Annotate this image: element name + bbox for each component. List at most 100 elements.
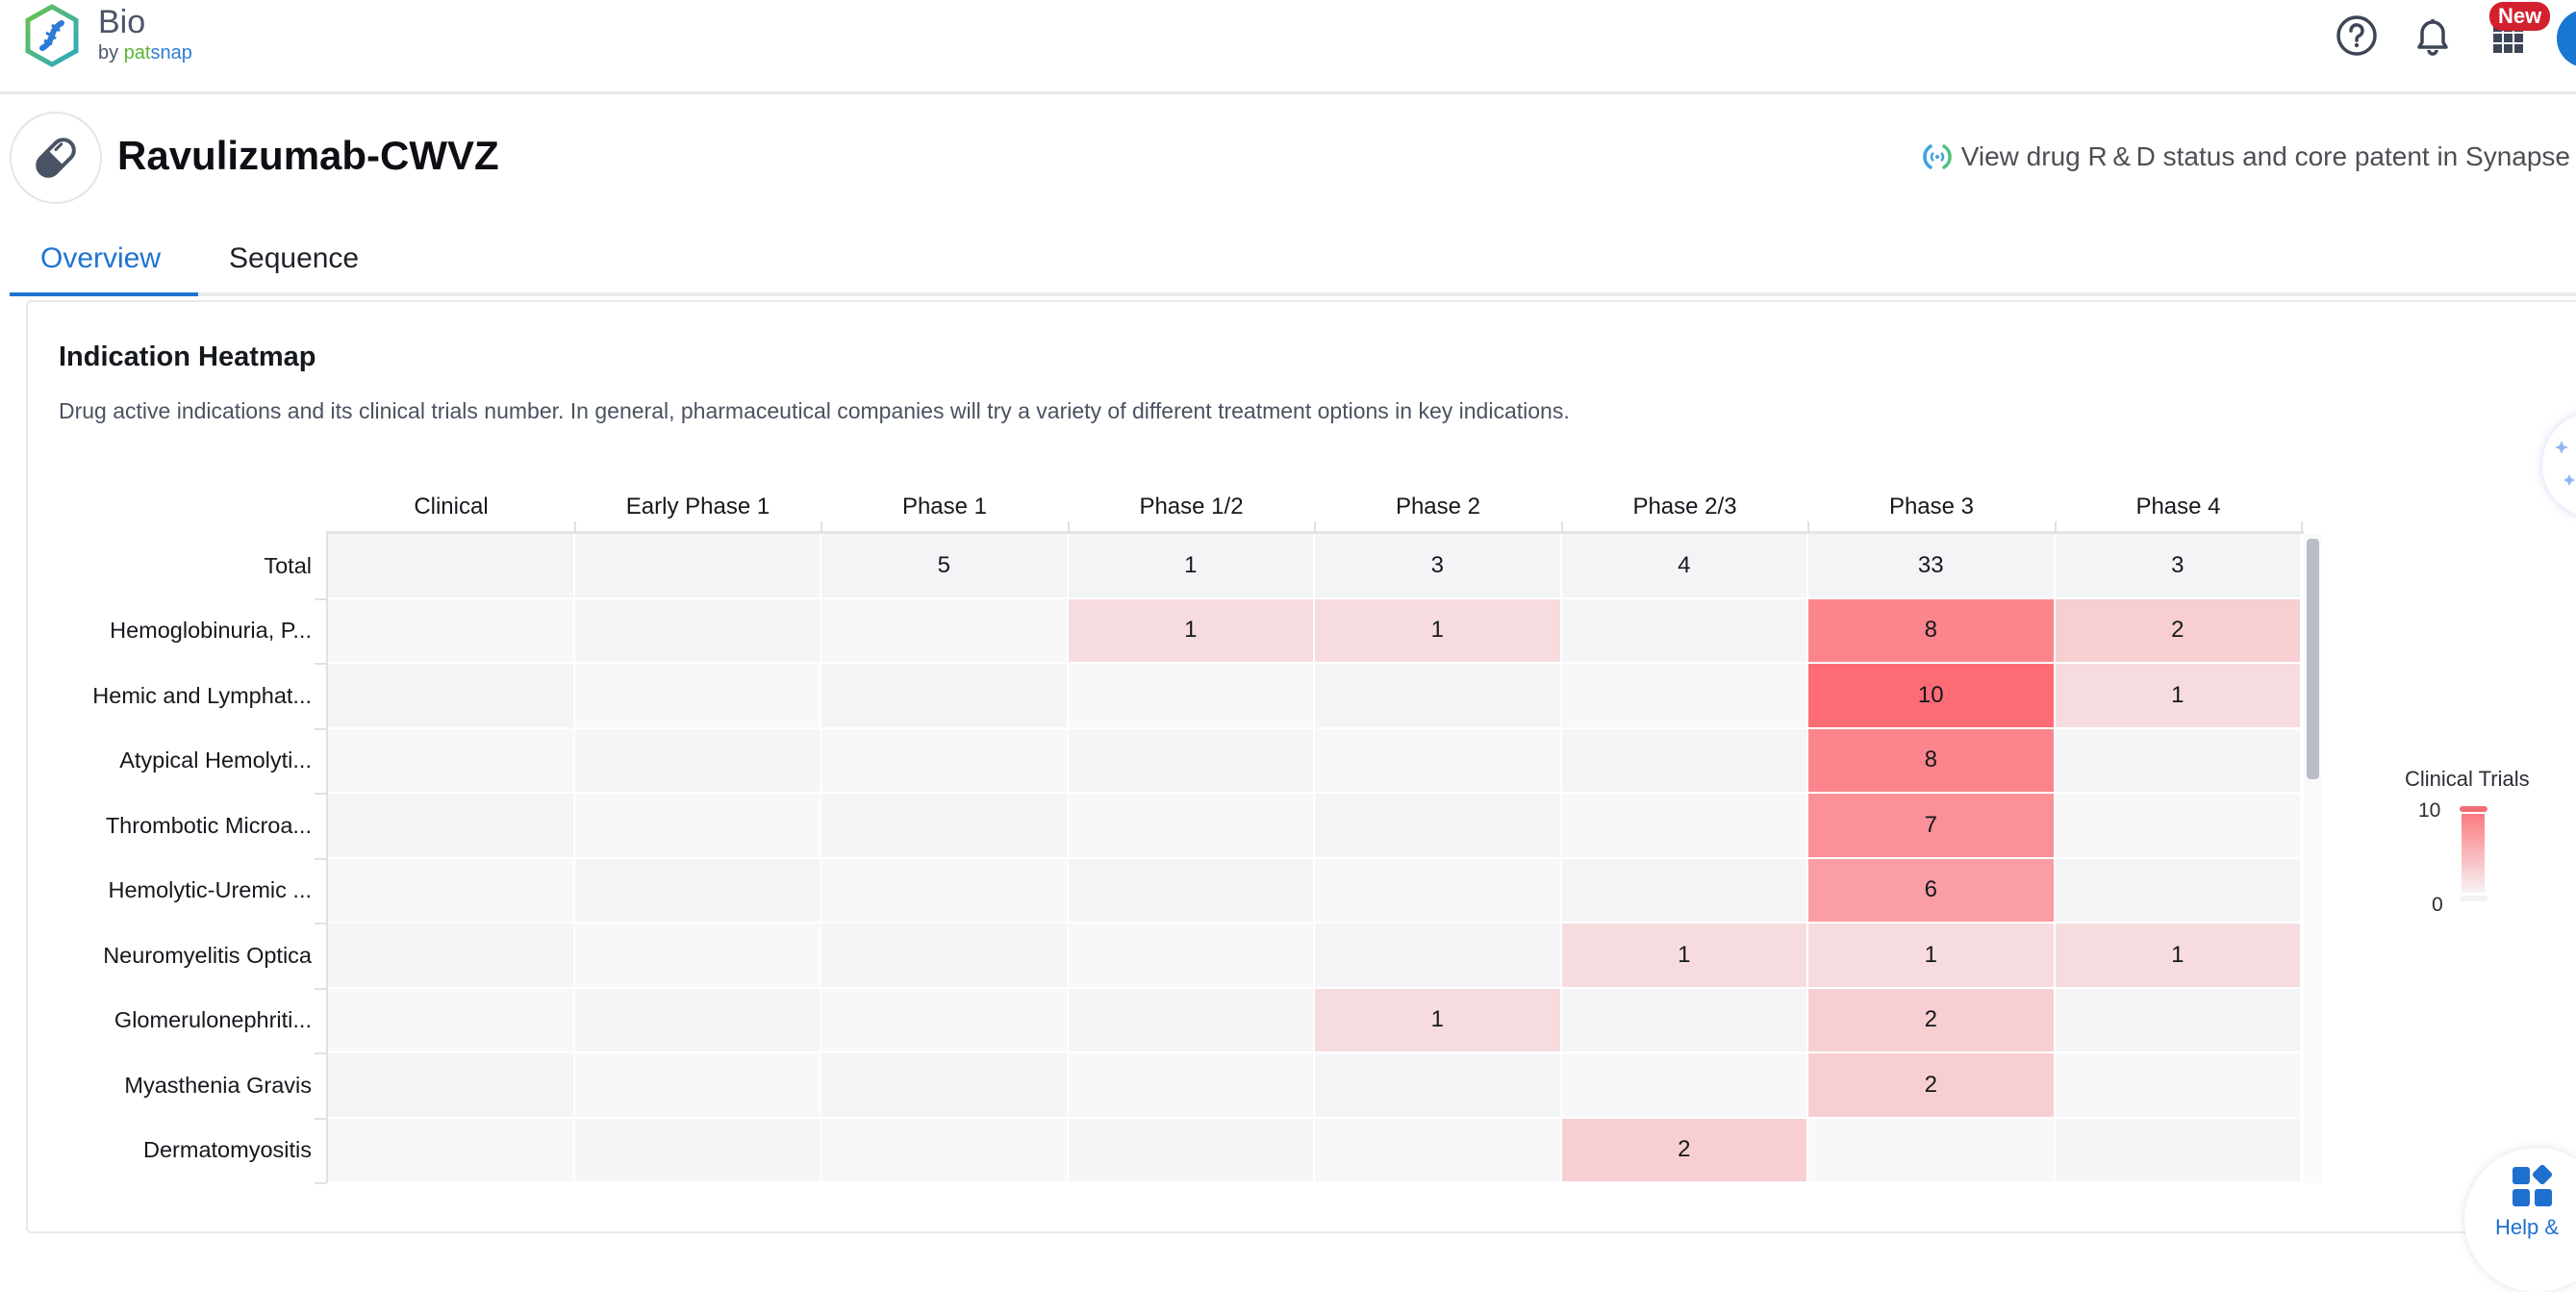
legend-color-scale[interactable]	[2460, 774, 2488, 911]
heatmap-cell[interactable]: 2	[1808, 988, 2056, 1053]
legend-max-handle[interactable]	[2460, 806, 2488, 812]
heatmap-cell[interactable]	[328, 664, 575, 729]
total-cell[interactable]: 3	[2055, 534, 2302, 599]
heatmap-cell[interactable]	[1561, 858, 1808, 924]
y-axis-tick	[315, 597, 326, 600]
heatmap-cell[interactable]	[821, 1053, 1069, 1119]
heatmap-cell[interactable]	[1068, 728, 1315, 794]
bell-icon[interactable]	[2411, 13, 2455, 58]
tab-overview[interactable]: Overview	[40, 242, 161, 275]
heatmap-cell[interactable]: 2	[2055, 598, 2302, 664]
heatmap-cell[interactable]	[574, 924, 821, 989]
heatmap-scrollbar-thumb[interactable]	[2307, 539, 2319, 779]
heatmap-cell[interactable]	[574, 858, 821, 924]
heatmap-cell[interactable]	[328, 858, 575, 924]
heatmap-cell[interactable]	[328, 1118, 575, 1183]
total-cell[interactable]: 4	[1561, 534, 1808, 599]
heatmap-cell[interactable]	[1561, 1053, 1808, 1119]
heatmap-cell[interactable]	[821, 988, 1069, 1053]
heatmap-cell[interactable]: 2	[1561, 1118, 1808, 1183]
heatmap-cell[interactable]: 1	[1808, 924, 2056, 989]
heatmap-cell[interactable]	[574, 988, 821, 1053]
x-axis-tick	[2054, 521, 2057, 533]
heatmap-cell[interactable]	[2055, 794, 2302, 859]
heatmap-cell[interactable]	[1315, 858, 1562, 924]
legend-min-handle[interactable]	[2460, 896, 2488, 901]
total-cell[interactable]: 33	[1808, 534, 2056, 599]
heatmap-cell[interactable]	[821, 598, 1069, 664]
heatmap-cell[interactable]	[328, 924, 575, 989]
total-cell[interactable]: 3	[1315, 534, 1562, 599]
total-cell[interactable]: 1	[1068, 534, 1315, 599]
heatmap-cell[interactable]	[1068, 858, 1315, 924]
heatmap-cell[interactable]: 7	[1808, 794, 2056, 859]
heatmap-cell[interactable]	[821, 794, 1069, 859]
heatmap-cell[interactable]: 1	[2055, 664, 2302, 729]
heatmap-cell[interactable]	[328, 988, 575, 1053]
heatmap-cell[interactable]	[1561, 598, 1808, 664]
heatmap-cell[interactable]	[1315, 664, 1562, 729]
heatmap-cell[interactable]	[1315, 728, 1562, 794]
y-axis-tick	[315, 1052, 326, 1054]
heatmap-cell[interactable]	[1315, 1053, 1562, 1119]
heatmap-cell[interactable]	[1561, 664, 1808, 729]
heatmap-cell[interactable]	[1068, 664, 1315, 729]
heatmap-cell[interactable]: 10	[1808, 664, 2056, 729]
heatmap-cell[interactable]	[1068, 1118, 1315, 1183]
heatmap-cell[interactable]	[1561, 988, 1808, 1053]
heatmap-cell[interactable]	[1068, 988, 1315, 1053]
heatmap-cell[interactable]	[328, 728, 575, 794]
heatmap-cell[interactable]	[574, 728, 821, 794]
bio-logo-icon[interactable]	[23, 4, 81, 67]
heatmap-cell[interactable]	[574, 664, 821, 729]
heatmap-cell[interactable]: 6	[1808, 858, 2056, 924]
heatmap-cell[interactable]: 1	[1068, 598, 1315, 664]
heatmap-cell[interactable]: 8	[1808, 728, 2056, 794]
heatmap-cell[interactable]: 1	[1561, 924, 1808, 989]
y-axis-tick	[315, 987, 326, 990]
heatmap-cell[interactable]	[1068, 1053, 1315, 1119]
heatmap-cell[interactable]	[2055, 858, 2302, 924]
legend-max-label: 10	[2418, 799, 2441, 822]
heatmap-cell[interactable]	[1068, 794, 1315, 859]
heatmap-cell[interactable]	[574, 794, 821, 859]
heatmap-cell[interactable]: 1	[2055, 924, 2302, 989]
heatmap-cell[interactable]	[328, 598, 575, 664]
heatmap-cell[interactable]	[2055, 988, 2302, 1053]
heatmap-cell[interactable]	[574, 1053, 821, 1119]
heatmap-cell[interactable]	[821, 664, 1069, 729]
heatmap-cell[interactable]	[821, 728, 1069, 794]
heatmap-cell[interactable]	[1315, 924, 1562, 989]
heatmap-cell[interactable]	[574, 598, 821, 664]
heatmap-cell[interactable]	[2055, 728, 2302, 794]
x-axis-tick	[2301, 521, 2303, 533]
heatmap-cell[interactable]	[1561, 728, 1808, 794]
help-icon[interactable]	[2335, 13, 2379, 58]
x-axis-tick	[1560, 521, 1563, 533]
heatmap-cell[interactable]	[2055, 1053, 2302, 1119]
heatmap-cell[interactable]	[1561, 794, 1808, 859]
y-axis-tick	[315, 857, 326, 860]
total-cell[interactable]	[328, 534, 575, 599]
heatmap-cell[interactable]	[821, 1118, 1069, 1183]
heatmap-cell[interactable]	[1315, 794, 1562, 859]
column-header: Clinical	[414, 494, 489, 519]
heatmap-cell[interactable]	[2055, 1118, 2302, 1183]
tab-sequence[interactable]: Sequence	[229, 242, 359, 275]
heatmap-cell[interactable]	[1808, 1118, 2056, 1183]
user-avatar[interactable]	[2557, 10, 2576, 67]
heatmap-cell[interactable]	[1315, 1118, 1562, 1183]
total-cell[interactable]	[574, 534, 821, 599]
synapse-link[interactable]: View drug R & D status and core patent i…	[1921, 140, 2570, 173]
heatmap-cell[interactable]: 2	[1808, 1053, 2056, 1119]
heatmap-cell[interactable]	[328, 1053, 575, 1119]
heatmap-cell[interactable]: 8	[1808, 598, 2056, 664]
heatmap-cell[interactable]	[574, 1118, 821, 1183]
heatmap-cell[interactable]	[821, 924, 1069, 989]
heatmap-cell[interactable]	[821, 858, 1069, 924]
total-cell[interactable]: 5	[821, 534, 1069, 599]
heatmap-cell[interactable]: 1	[1315, 988, 1562, 1053]
heatmap-cell[interactable]	[1068, 924, 1315, 989]
heatmap-cell[interactable]: 1	[1315, 598, 1562, 664]
heatmap-cell[interactable]	[328, 794, 575, 859]
